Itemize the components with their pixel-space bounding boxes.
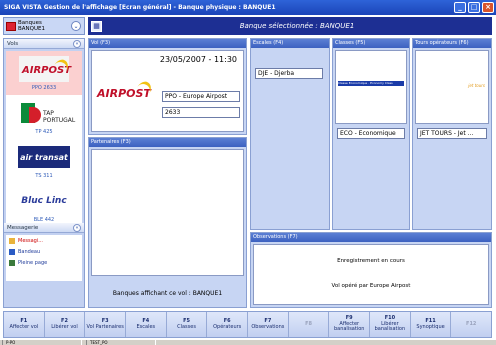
messaging-list: Messagi... Bandeau Pleine page <box>6 235 82 281</box>
sidebar: Vols « AIRPOST PPO 2633 TAP PORTUGAL TP … <box>3 38 85 308</box>
bank-selector[interactable]: Banques BANQUE1 ⌄ <box>3 17 85 35</box>
tour-operators-panel-title: Tours opérateurs (F6) <box>413 39 491 48</box>
flight-number-field[interactable]: 2633 <box>162 107 240 118</box>
minimize-button[interactable]: _ <box>454 2 466 13</box>
fullpage-icon <box>9 259 15 266</box>
status-bar: P-PO TEST_PO <box>0 340 496 345</box>
banks-showing-flight: Banques affichant ce vol : BANQUE1 <box>112 290 223 297</box>
bank-selector-line2: BANQUE1 <box>18 26 45 32</box>
stopovers-panel-title: Escales (F4) <box>251 39 329 48</box>
bluelinc-logo: Bluc Linc <box>18 187 70 215</box>
bank-selector-text: Banques BANQUE1 <box>18 20 71 32</box>
tour-operator-logo: jet tours <box>468 83 485 88</box>
stopover-item[interactable]: DJE - Djerba <box>255 68 323 79</box>
message-label: Pleine page <box>18 259 48 266</box>
messaging-section-header[interactable]: Messagerie « <box>4 223 84 233</box>
app-window: SIGA VISTA Gestion de l'affichage [Ecran… <box>0 0 496 345</box>
selected-bank-title: Banque sélectionnée : BANQUE1 <box>239 22 355 30</box>
partners-panel: Partenaires (F3) Banques affichant ce vo… <box>88 137 247 308</box>
f2-liberer-vol-button[interactable]: F2 Libérer vol <box>44 312 86 337</box>
flight-panel-body: 23/05/2007 - 11:30 AIRPOST PPO - Europe … <box>91 50 244 132</box>
messaging-section-title: Messagerie <box>7 224 39 231</box>
stopovers-panel: Escales (F4) DJE - Djerba <box>250 38 330 230</box>
flight-list: AIRPOST PPO 2633 TAP PORTUGAL TP 425 air… <box>6 51 82 231</box>
f3-vol-partenaires-button[interactable]: F3 Vol Partenaires <box>85 312 127 337</box>
flight-code: PPO 2633 <box>31 85 57 91</box>
flights-section-title: Vols <box>7 40 19 47</box>
status-site: TEST_PO <box>86 340 156 345</box>
tour-operators-panel: Tours opérateurs (F6) jet tours JET TOUR… <box>412 38 492 230</box>
f11-synoptique-button[interactable]: F11 Synoptique <box>410 312 452 337</box>
flight-item-ts311[interactable]: air transat TS 311 <box>6 139 82 183</box>
classes-image-box: Classe Economique · Economy Class <box>335 50 407 124</box>
maximize-button[interactable]: □ <box>468 2 480 13</box>
flight-datetime: 23/05/2007 - 11:30 <box>159 55 237 64</box>
f4-escales-button[interactable]: F4 Escales <box>126 312 167 337</box>
close-button[interactable]: × <box>482 2 494 13</box>
airtransat-logo: air transat <box>18 143 70 171</box>
tour-operator-field[interactable]: JET TOURS - Jet ... <box>417 128 487 139</box>
f8-button: F8 <box>288 312 330 337</box>
f12-button: F12 <box>451 312 492 337</box>
classes-panel: Classes (F5) Classe Economique · Economy… <box>332 38 410 230</box>
observation-line: Vol opéré par Europe Airpost <box>331 283 411 289</box>
grid-icon[interactable]: ▦ <box>91 20 102 32</box>
bank-icon <box>6 21 16 31</box>
tour-operators-image-box: jet tours <box>415 50 489 124</box>
minimize-icon: _ <box>458 3 462 11</box>
observations-body[interactable]: Enregistrement en cours Vol opéré par Eu… <box>253 244 489 305</box>
collapse-icon[interactable]: « <box>73 223 81 232</box>
class-field[interactable]: ECO - Economique <box>337 128 405 139</box>
class-banner: Classe Economique · Economy Class <box>338 81 404 86</box>
message-item-bandeau[interactable]: Bandeau <box>6 246 82 257</box>
close-icon: × <box>485 3 491 11</box>
message-item-messages[interactable]: Messagi... <box>6 235 82 246</box>
banner-icon <box>9 248 15 255</box>
selected-bank-header: ▦ Banque sélectionnée : BANQUE1 <box>88 17 492 35</box>
message-label: Messagi... <box>18 237 43 244</box>
partners-panel-title: Partenaires (F3) <box>89 138 246 147</box>
flight-code: TS 311 <box>35 173 53 179</box>
function-key-bar: F1 Affecter vol F2 Libérer vol F3 Vol Parte… <box>3 311 492 338</box>
flight-code: TP 425 <box>35 129 53 135</box>
message-icon <box>9 237 15 244</box>
window-title: SIGA VISTA Gestion de l'affichage [Ecran… <box>4 4 276 11</box>
f9-affecter-banalisation-button[interactable]: F9 Affecter banalisation <box>329 312 371 337</box>
flights-section-header[interactable]: Vols « <box>4 39 84 49</box>
f10-liberer-banalisation-button[interactable]: F10 Libérer banalisation <box>370 312 411 337</box>
airpost-logo: AIRPOST <box>18 55 72 83</box>
message-label: Bandeau <box>18 248 41 255</box>
chevron-down-icon[interactable]: ⌄ <box>71 21 81 31</box>
flight-item-tp425[interactable]: TAP PORTUGAL TP 425 <box>6 95 82 139</box>
maximize-icon: □ <box>470 3 478 11</box>
tap-logo: TAP PORTUGAL <box>18 99 75 127</box>
observation-line: Enregistrement en cours <box>337 258 405 264</box>
title-bar: SIGA VISTA Gestion de l'affichage [Ecran… <box>0 0 496 15</box>
flight-panel: Vol (F3) 23/05/2007 - 11:30 AIRPOST PPO … <box>88 38 247 135</box>
f7-observations-button[interactable]: F7 Observations <box>248 312 289 337</box>
observations-panel-title: Observations (F7) <box>251 233 491 242</box>
airpost-logo: AIRPOST <box>94 73 155 111</box>
f6-operateurs-button[interactable]: F6 Opérateurs <box>207 312 249 337</box>
collapse-icon[interactable]: « <box>73 39 81 48</box>
observations-panel: Observations (F7) Enregistrement en cour… <box>250 232 492 308</box>
flight-item-ppo2633[interactable]: AIRPOST PPO 2633 <box>6 51 82 95</box>
classes-panel-title: Classes (F5) <box>333 39 409 48</box>
message-item-pleine-page[interactable]: Pleine page <box>6 257 82 268</box>
flight-item-ble442[interactable]: Bluc Linc BLE 442 <box>6 183 82 227</box>
partners-list[interactable] <box>91 149 244 276</box>
flight-panel-title: Vol (F3) <box>89 39 246 48</box>
stopovers-list: DJE - Djerba <box>253 50 327 227</box>
status-user: P-PO <box>2 340 82 345</box>
f1-affecter-vol-button[interactable]: F1 Affecter vol <box>4 312 45 337</box>
f5-classes-button[interactable]: F5 Classes <box>166 312 208 337</box>
airline-field[interactable]: PPO - Europe Airpost <box>162 91 240 102</box>
